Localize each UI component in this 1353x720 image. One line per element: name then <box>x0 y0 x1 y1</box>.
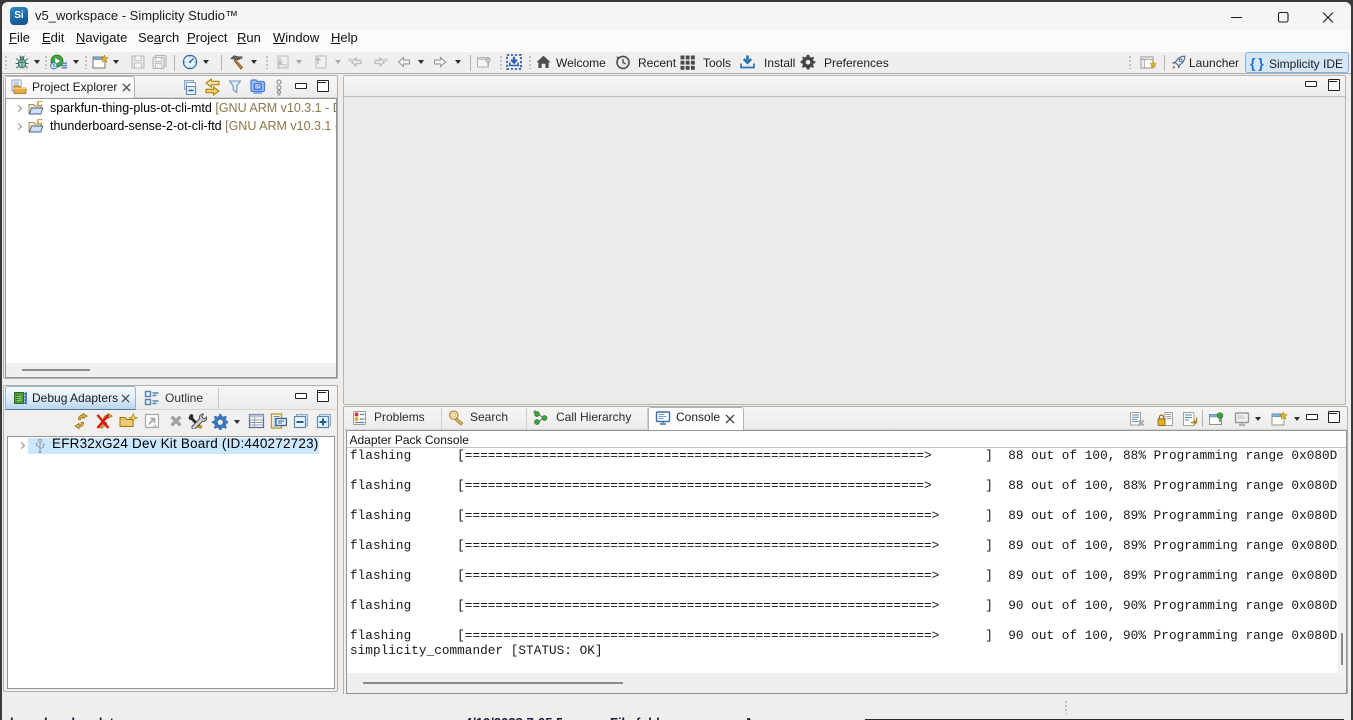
svg-text:Si: Si <box>255 84 261 91</box>
svg-text:C: C <box>37 101 43 109</box>
svg-text:C: C <box>37 119 43 127</box>
